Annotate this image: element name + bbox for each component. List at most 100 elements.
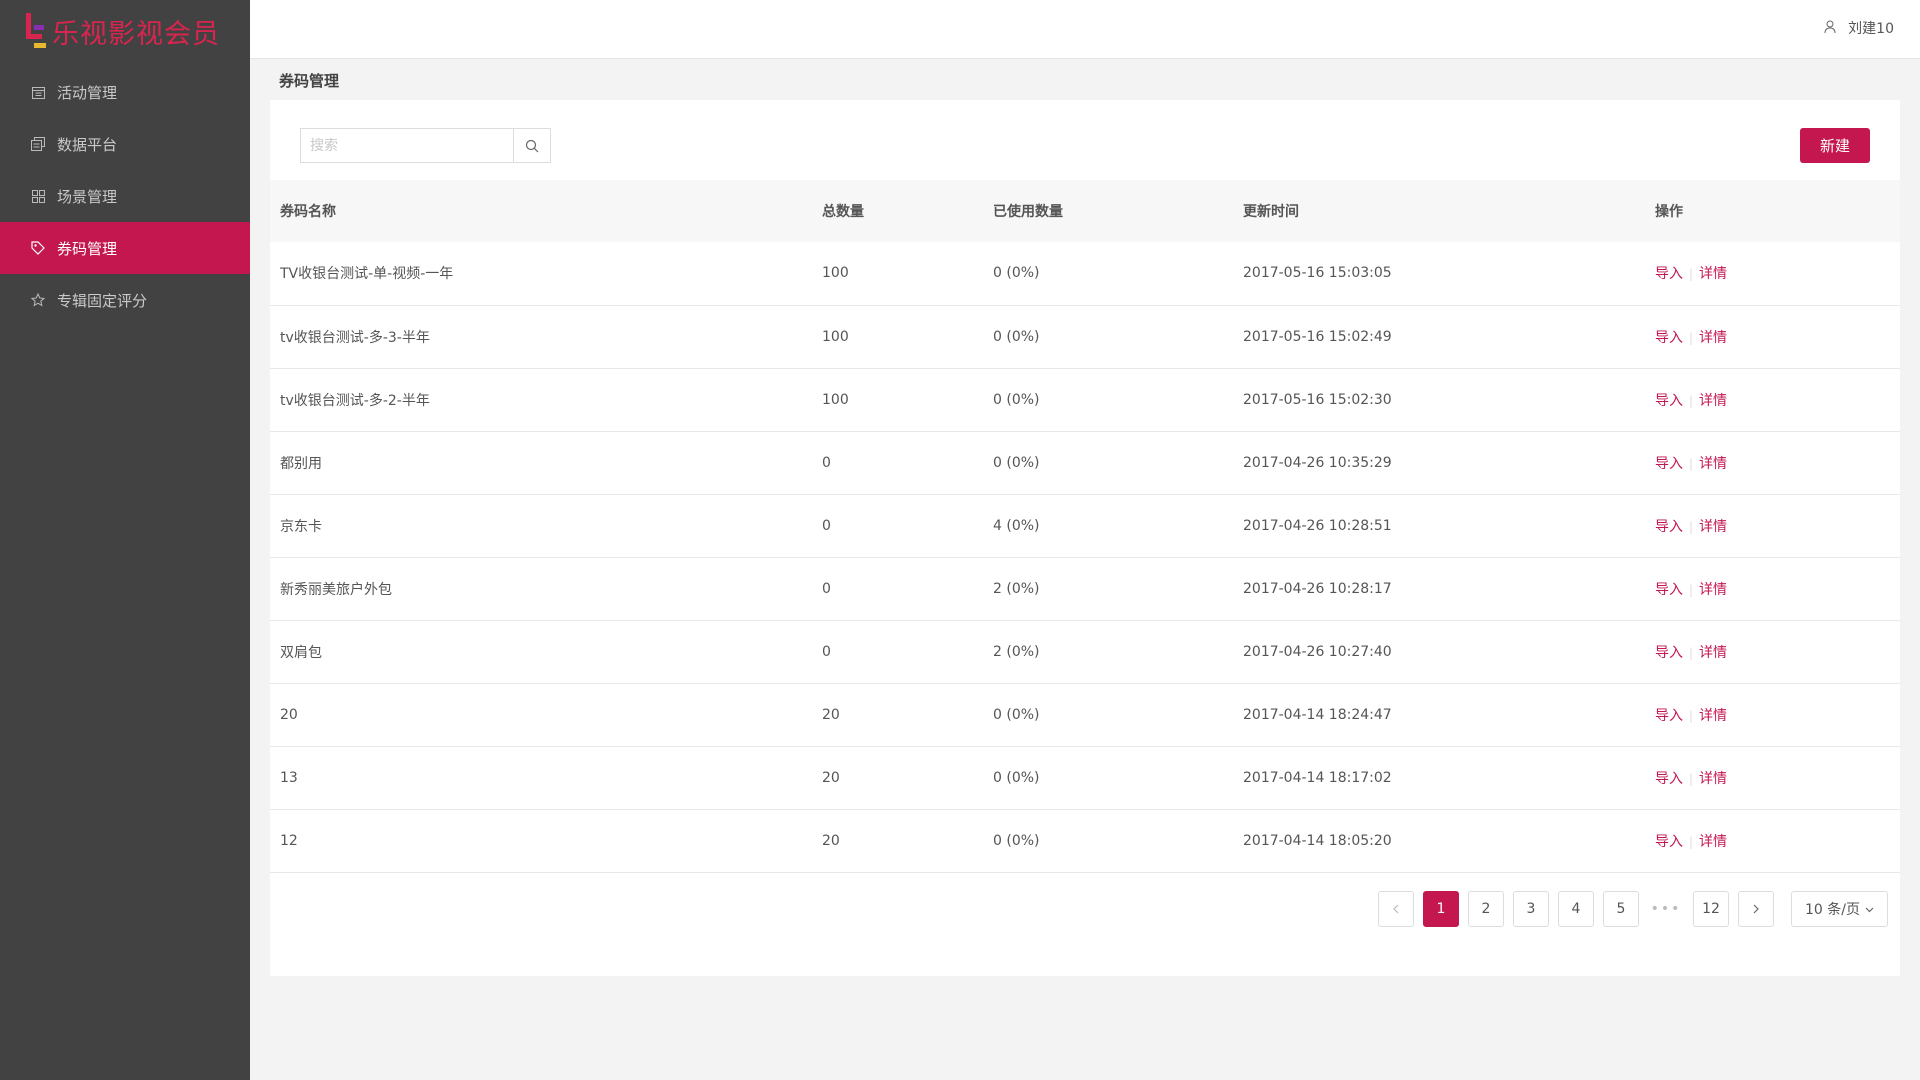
detail-link[interactable]: 详情	[1699, 582, 1727, 598]
search-input[interactable]	[301, 129, 513, 162]
cell-used: 0 (0%)	[993, 391, 1040, 408]
cell-name: 20	[280, 706, 298, 723]
import-link[interactable]: 导入	[1655, 645, 1683, 661]
prev-page-button[interactable]	[1378, 891, 1414, 927]
logo-text: 乐视影视会员	[52, 18, 220, 50]
user-name: 刘建10	[1848, 21, 1894, 37]
table-row: 12 20 0 (0%) 2017-04-14 18:05:20 导入 | 详情	[270, 809, 1900, 872]
cell-used: 0 (0%)	[993, 265, 1040, 282]
cell-actions: 导入 | 详情	[1645, 368, 1900, 431]
import-link[interactable]: 导入	[1655, 393, 1683, 409]
table-row: 京东卡 0 4 (0%) 2017-04-26 10:28:51 导入 | 详情	[270, 494, 1900, 557]
sidebar-item-label: 场景管理	[57, 187, 118, 206]
cell-name: 双肩包	[280, 644, 322, 661]
user-menu[interactable]: 刘建10	[1824, 18, 1894, 38]
pagination-ellipsis[interactable]: •••	[1648, 891, 1684, 927]
separator: |	[1689, 519, 1694, 534]
separator: |	[1689, 393, 1694, 408]
sidebar-item-activity[interactable]: 活动管理	[0, 66, 250, 118]
cell-total: 0	[822, 580, 831, 597]
cell-name: 都别用	[280, 455, 322, 472]
detail-link[interactable]: 详情	[1699, 645, 1727, 661]
detail-link[interactable]: 详情	[1699, 330, 1727, 346]
cell-actions: 导入 | 详情	[1645, 683, 1900, 746]
detail-link[interactable]: 详情	[1699, 708, 1727, 724]
cell-total: 100	[822, 265, 849, 282]
separator: |	[1689, 456, 1694, 471]
sidebar-item-scene[interactable]: 场景管理	[0, 170, 250, 222]
import-link[interactable]: 导入	[1655, 582, 1683, 598]
import-link[interactable]: 导入	[1655, 708, 1683, 724]
tag-icon	[31, 241, 45, 255]
cell-updated: 2017-04-26 10:27:40	[1243, 643, 1392, 660]
brand-logo[interactable]: 乐视影视会员	[0, 0, 250, 62]
column-header-name: 券码名称	[280, 204, 336, 220]
detail-link[interactable]: 详情	[1699, 266, 1727, 282]
page-button-4[interactable]: 4	[1558, 891, 1594, 927]
sidebar-item-album-rating[interactable]: 专辑固定评分	[0, 274, 250, 326]
cell-name: 京东卡	[280, 518, 322, 535]
sidebar-item-data-platform[interactable]: 数据平台	[0, 118, 250, 170]
star-icon	[31, 293, 45, 307]
cell-updated: 2017-04-26 10:28:51	[1243, 517, 1392, 534]
sidebar-item-coupon[interactable]: 券码管理	[0, 222, 250, 274]
chevron-right-icon	[1753, 904, 1759, 914]
cell-actions: 导入 | 详情	[1645, 305, 1900, 368]
table-row: 13 20 0 (0%) 2017-04-14 18:17:02 导入 | 详情	[270, 746, 1900, 809]
separator: |	[1689, 834, 1694, 849]
cell-used: 0 (0%)	[993, 706, 1040, 723]
import-link[interactable]: 导入	[1655, 834, 1683, 850]
cell-actions: 导入 | 详情	[1645, 746, 1900, 809]
sidebar-item-label: 专辑固定评分	[57, 291, 148, 310]
layers-icon	[31, 137, 45, 151]
page-button-2[interactable]: 2	[1468, 891, 1504, 927]
page-button-last[interactable]: 12	[1693, 891, 1729, 927]
cell-actions: 导入 | 详情	[1645, 431, 1900, 494]
page-button-1[interactable]: 1	[1423, 891, 1459, 927]
cell-updated: 2017-05-16 15:02:49	[1243, 328, 1392, 345]
page-title: 券码管理	[279, 72, 340, 90]
table-row: 都别用 0 0 (0%) 2017-04-26 10:35:29 导入 | 详情	[270, 431, 1900, 494]
page-size-select[interactable]: 10 条/页	[1791, 891, 1888, 927]
separator: |	[1689, 771, 1694, 786]
search-icon	[525, 139, 539, 152]
sidebar-item-label: 活动管理	[57, 83, 118, 102]
import-link[interactable]: 导入	[1655, 266, 1683, 282]
detail-link[interactable]: 详情	[1699, 393, 1727, 409]
page-button-5[interactable]: 5	[1603, 891, 1639, 927]
user-icon	[1824, 20, 1838, 36]
separator: |	[1689, 267, 1694, 282]
cell-used: 2 (0%)	[993, 580, 1040, 597]
grid-icon	[31, 189, 45, 203]
import-link[interactable]: 导入	[1655, 330, 1683, 346]
detail-link[interactable]: 详情	[1699, 519, 1727, 535]
cell-name: 12	[280, 832, 298, 849]
table-row: TV收银台测试-单-视频-一年 100 0 (0%) 2017-05-16 15…	[270, 242, 1900, 305]
import-link[interactable]: 导入	[1655, 771, 1683, 787]
cell-updated: 2017-04-14 18:05:20	[1243, 832, 1392, 849]
cell-total: 0	[822, 517, 831, 534]
search-button[interactable]	[513, 129, 550, 162]
cell-actions: 导入 | 详情	[1645, 620, 1900, 683]
import-link[interactable]: 导入	[1655, 519, 1683, 535]
cell-updated: 2017-05-16 15:02:30	[1243, 391, 1392, 408]
column-header-updated: 更新时间	[1243, 204, 1299, 220]
detail-link[interactable]: 详情	[1699, 834, 1727, 850]
table-row: 新秀丽美旅户外包 0 2 (0%) 2017-04-26 10:28:17 导入…	[270, 557, 1900, 620]
new-button[interactable]: 新建	[1800, 128, 1870, 163]
detail-link[interactable]: 详情	[1699, 771, 1727, 787]
top-bar: 刘建10	[250, 0, 1920, 59]
import-link[interactable]: 导入	[1655, 456, 1683, 472]
cell-name: tv收银台测试-多-2-半年	[280, 392, 430, 409]
next-page-button[interactable]	[1738, 891, 1774, 927]
cell-name: 新秀丽美旅户外包	[280, 581, 392, 598]
detail-link[interactable]: 详情	[1699, 456, 1727, 472]
cell-used: 0 (0%)	[993, 328, 1040, 345]
table-row: 20 20 0 (0%) 2017-04-14 18:24:47 导入 | 详情	[270, 683, 1900, 746]
cell-actions: 导入 | 详情	[1645, 242, 1900, 305]
table-row: tv收银台测试-多-2-半年 100 0 (0%) 2017-05-16 15:…	[270, 368, 1900, 431]
cell-actions: 导入 | 详情	[1645, 557, 1900, 620]
page-button-3[interactable]: 3	[1513, 891, 1549, 927]
cell-actions: 导入 | 详情	[1645, 809, 1900, 872]
table-row: tv收银台测试-多-3-半年 100 0 (0%) 2017-05-16 15:…	[270, 305, 1900, 368]
